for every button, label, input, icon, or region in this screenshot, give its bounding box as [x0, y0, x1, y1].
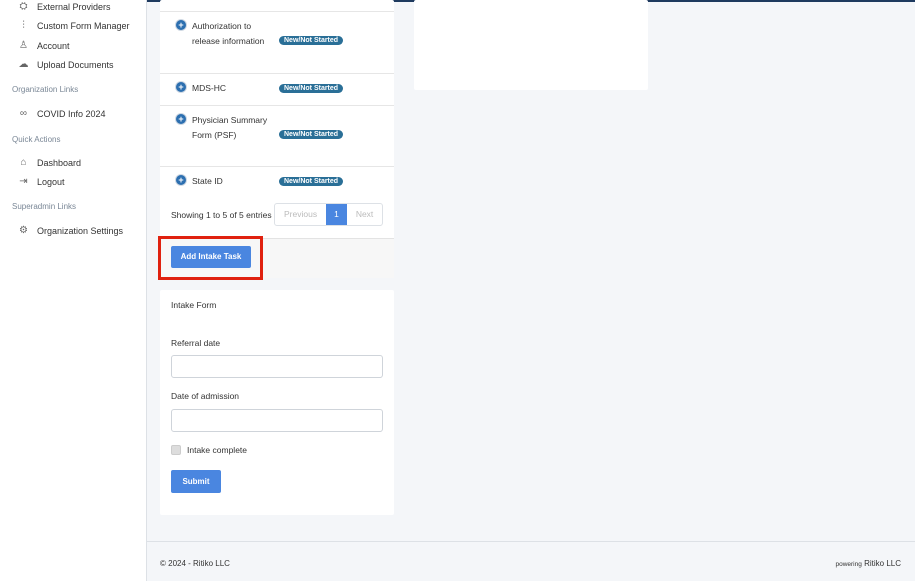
sidebar-item-account[interactable]: ♙ Account	[18, 40, 70, 51]
entries-info: Showing 1 to 5 of 5 entries	[171, 210, 272, 220]
table-row: + State ID New/Not Started	[160, 166, 394, 197]
sidebar-item-label: Logout	[37, 176, 65, 187]
section-header: Organization Links	[12, 85, 79, 94]
expand-icon[interactable]: +	[176, 82, 186, 92]
task-name: State ID	[192, 176, 223, 186]
sidebar-item-label: COVID Info 2024	[37, 108, 106, 119]
expand-icon[interactable]: +	[176, 20, 186, 30]
status-badge: New/Not Started	[279, 130, 344, 139]
referral-date-input[interactable]	[171, 355, 383, 378]
next-button[interactable]: Next	[347, 204, 382, 225]
users-icon: ⛭	[19, 1, 28, 12]
sidebar-item-label: Dashboard	[37, 157, 82, 168]
table-row: + Physician Summary Form (PSF) New/Not S…	[160, 105, 394, 166]
logout-icon: ⇥	[19, 176, 28, 187]
form-title: Intake Form	[171, 300, 217, 310]
gear-icon: ⚙	[19, 225, 28, 236]
table-row: + MDS-HC New/Not Started	[160, 73, 394, 105]
expand-icon[interactable]: +	[176, 114, 186, 124]
link-icon: ∞	[19, 108, 28, 119]
task-name: MDS-HC	[192, 83, 226, 93]
section-header: Superadmin Links	[12, 202, 77, 211]
footer: © 2024 - Ritiko LLC powering Ritiko LLC	[147, 541, 915, 581]
sidebar-item-dashboard[interactable]: ⌂ Dashboard	[18, 157, 81, 168]
task-name: Authorization to release information	[192, 21, 265, 46]
user-icon: ♙	[19, 40, 28, 51]
admission-date-label: Date of admission	[171, 391, 240, 401]
sidebar-item-label: External Providers	[37, 1, 111, 12]
intake-complete-label: Intake complete	[187, 445, 248, 455]
sidebar: ⛭ External Providers ⫶ Custom Form Manager…	[0, 0, 147, 581]
home-icon: ⌂	[20, 157, 27, 168]
section-header: Quick Actions	[12, 135, 61, 144]
sidebar-item-custom-form-manager[interactable]: ⫶ Custom Form Manager	[18, 20, 130, 31]
status-badge: New/Not Started	[279, 177, 344, 186]
powering-text: powering	[835, 561, 862, 568]
tasks-card: + Authorization to release information N…	[158, 0, 394, 280]
sidebar-item-external-providers[interactable]: ⛭ External Providers	[18, 1, 111, 12]
cloud-upload-icon: ☁	[18, 59, 29, 70]
sliders-icon: ⫶	[22, 20, 25, 31]
highlight-box	[158, 236, 263, 280]
intake-complete-checkbox[interactable]	[171, 445, 181, 455]
table-row: + Authorization to release information N…	[160, 11, 394, 73]
sidebar-item-label: Organization Settings	[37, 225, 124, 236]
referral-date-label: Referral date	[171, 338, 221, 348]
sidebar-item-covid-info[interactable]: ∞ COVID Info 2024	[18, 108, 106, 119]
submit-button[interactable]: Submit	[171, 470, 221, 493]
task-name: Physician Summary Form (PSF)	[192, 115, 268, 140]
copyright-text: © 2024 - Ritiko LLC	[160, 559, 230, 568]
sidebar-item-logout[interactable]: ⇥ Logout	[18, 176, 65, 187]
sidebar-item-organization-settings[interactable]: ⚙ Organization Settings	[18, 225, 123, 236]
page-1-button[interactable]: 1	[326, 204, 347, 225]
brand-link[interactable]: Ritiko LLC	[864, 559, 901, 568]
status-badge: New/Not Started	[279, 84, 344, 93]
expand-icon[interactable]: +	[176, 175, 186, 185]
sidebar-item-label: Custom Form Manager	[37, 20, 130, 31]
admission-date-input[interactable]	[171, 409, 383, 432]
sidebar-item-label: Account	[37, 40, 70, 51]
side-card	[414, 0, 648, 90]
previous-button[interactable]: Previous	[275, 204, 326, 225]
intake-form-card: Intake Form Referral date Date of admiss…	[160, 290, 394, 515]
sidebar-item-upload-documents[interactable]: ☁ Upload Documents	[18, 59, 114, 70]
pagination: Previous 1 Next	[274, 203, 384, 226]
sidebar-item-label: Upload Documents	[37, 59, 114, 70]
status-badge: New/Not Started	[279, 36, 344, 45]
